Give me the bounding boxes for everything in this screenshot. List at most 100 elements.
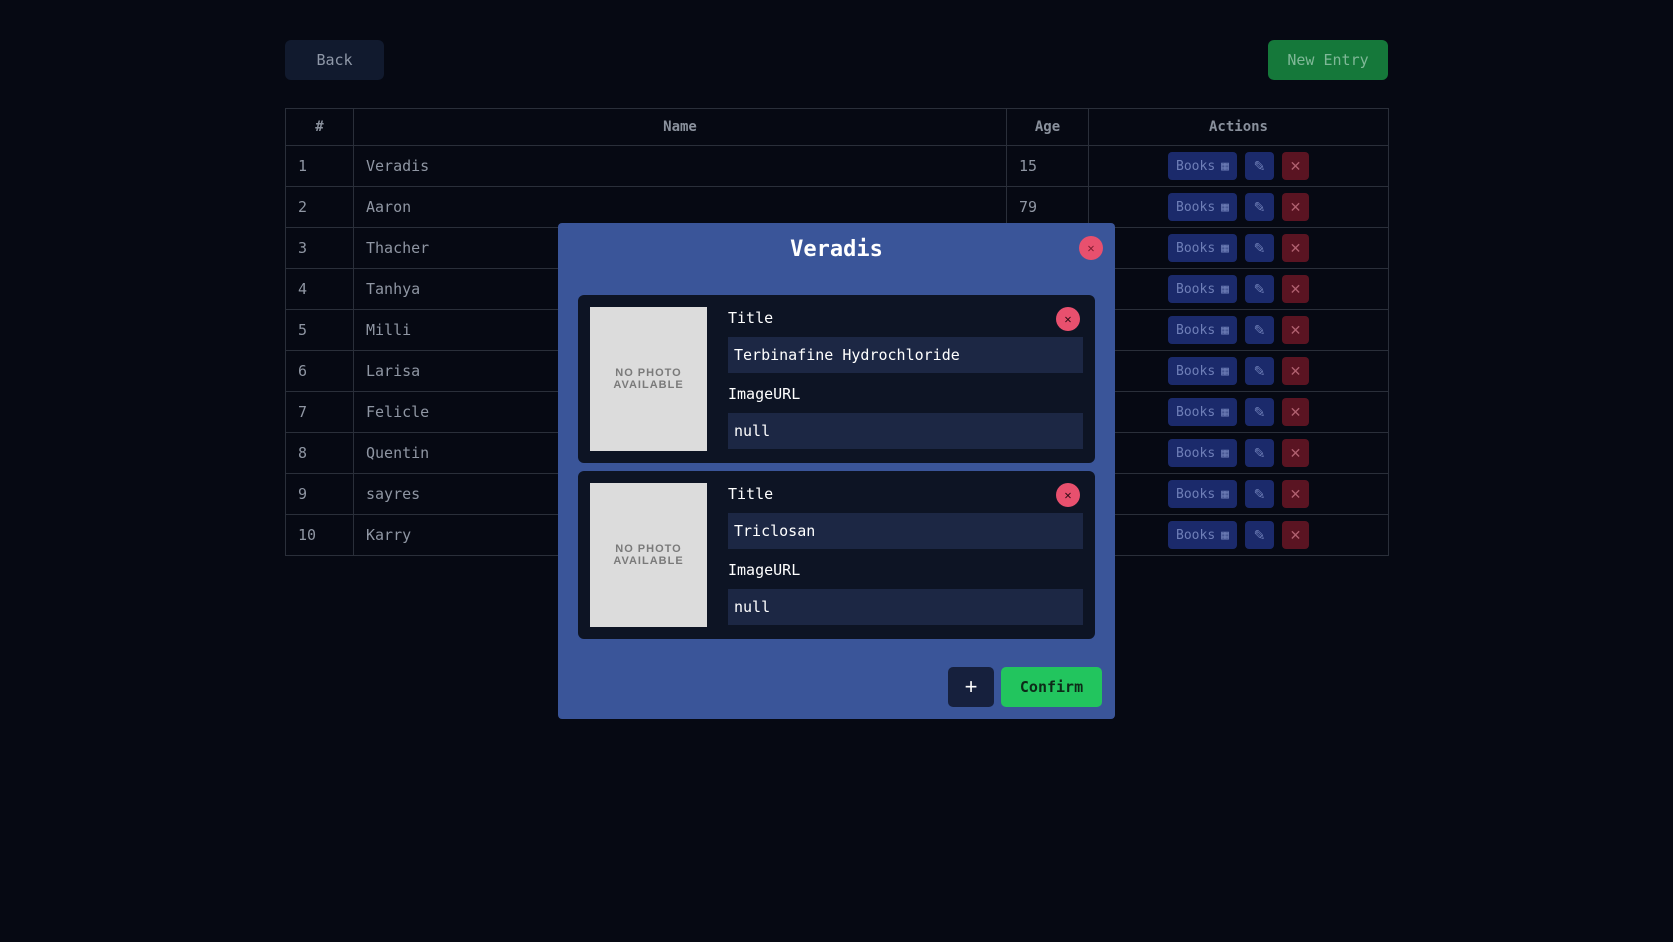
edit-button[interactable]: ✎	[1244, 193, 1274, 221]
books-label: Books	[1176, 363, 1216, 379]
books-button[interactable]: Books ▦	[1168, 439, 1237, 467]
delete-button[interactable]: ✕	[1281, 275, 1309, 303]
edit-button[interactable]: ✎	[1244, 398, 1274, 426]
edit-button[interactable]: ✎	[1244, 316, 1274, 344]
delete-button[interactable]: ✕	[1281, 357, 1309, 385]
row-number: 2	[285, 186, 354, 228]
no-photo-line1: NO PHOTO	[615, 543, 682, 555]
edit-icon: ✎	[1253, 485, 1266, 502]
edit-icon: ✎	[1253, 198, 1266, 215]
edit-icon: ✎	[1253, 444, 1266, 461]
image-url-input[interactable]	[728, 413, 1083, 449]
title-input[interactable]	[728, 337, 1083, 373]
book-icon: ▦	[1221, 363, 1229, 379]
close-icon: ✕	[1289, 403, 1302, 420]
book-card: NO PHOTOAVAILABLE Title ImageURL ✕	[578, 295, 1095, 463]
edit-icon: ✎	[1253, 362, 1266, 379]
delete-button[interactable]: ✕	[1281, 152, 1309, 180]
close-icon: ✕	[1289, 239, 1302, 256]
delete-button[interactable]: ✕	[1281, 234, 1309, 262]
row-actions: Books ▦ ✎ ✕	[1088, 186, 1389, 228]
delete-button[interactable]: ✕	[1281, 193, 1309, 221]
row-actions: Books ▦ ✎ ✕	[1088, 432, 1389, 474]
edit-button[interactable]: ✎	[1244, 234, 1274, 262]
title-label: Title	[728, 485, 774, 503]
image-url-label: ImageURL	[728, 561, 801, 579]
books-button[interactable]: Books ▦	[1168, 316, 1237, 344]
row-age: 15	[1006, 145, 1089, 187]
table-row: 1 Veradis 15 Books ▦ ✎ ✕	[285, 145, 1389, 187]
row-number: 5	[285, 309, 354, 351]
book-icon: ▦	[1221, 240, 1229, 256]
image-url-input[interactable]	[728, 589, 1083, 625]
close-icon: ✕	[1289, 321, 1302, 338]
delete-button[interactable]: ✕	[1281, 480, 1309, 508]
edit-button[interactable]: ✎	[1244, 521, 1274, 549]
no-photo-line1: NO PHOTO	[615, 367, 682, 379]
books-label: Books	[1176, 199, 1216, 215]
row-actions: Books ▦ ✎ ✕	[1088, 514, 1389, 556]
edit-icon: ✎	[1253, 280, 1266, 297]
books-button[interactable]: Books ▦	[1168, 521, 1237, 549]
modal-close-button[interactable]: ✕	[1079, 236, 1103, 260]
delete-button[interactable]: ✕	[1281, 439, 1309, 467]
close-icon: ✕	[1289, 198, 1302, 215]
books-button[interactable]: Books ▦	[1168, 480, 1237, 508]
edit-icon: ✎	[1253, 526, 1266, 543]
books-label: Books	[1176, 158, 1216, 174]
books-label: Books	[1176, 486, 1216, 502]
row-number: 6	[285, 350, 354, 392]
edit-button[interactable]: ✎	[1244, 357, 1274, 385]
books-label: Books	[1176, 281, 1216, 297]
row-number: 8	[285, 432, 354, 474]
book-card: NO PHOTOAVAILABLE Title ImageURL ✕	[578, 471, 1095, 639]
title-label: Title	[728, 309, 774, 327]
edit-icon: ✎	[1253, 157, 1266, 174]
row-actions: Books ▦ ✎ ✕	[1088, 391, 1389, 433]
books-button[interactable]: Books ▦	[1168, 275, 1237, 303]
row-number: 1	[285, 145, 354, 187]
book-icon: ▦	[1221, 199, 1229, 215]
delete-button[interactable]: ✕	[1281, 316, 1309, 344]
new-entry-button[interactable]: New Entry	[1268, 40, 1388, 80]
back-button[interactable]: Back	[285, 40, 384, 80]
books-button[interactable]: Books ▦	[1168, 357, 1237, 385]
books-modal: Veradis ✕ NO PHOTOAVAILABLE Title ImageU…	[558, 223, 1115, 719]
row-number: 3	[285, 227, 354, 269]
books-label: Books	[1176, 240, 1216, 256]
row-actions: Books ▦ ✎ ✕	[1088, 350, 1389, 392]
books-label: Books	[1176, 322, 1216, 338]
book-icon: ▦	[1221, 527, 1229, 543]
delete-button[interactable]: ✕	[1281, 398, 1309, 426]
close-icon: ✕	[1064, 488, 1072, 502]
title-input[interactable]	[728, 513, 1083, 549]
delete-button[interactable]: ✕	[1281, 521, 1309, 549]
page: Back New Entry # Name Age Actions 1 Verad…	[0, 0, 1673, 942]
header-num: #	[285, 108, 354, 146]
row-number: 7	[285, 391, 354, 433]
books-button[interactable]: Books ▦	[1168, 234, 1237, 262]
edit-button[interactable]: ✎	[1244, 439, 1274, 467]
books-button[interactable]: Books ▦	[1168, 398, 1237, 426]
close-icon: ✕	[1289, 280, 1302, 297]
books-button[interactable]: Books ▦	[1168, 152, 1237, 180]
row-number: 9	[285, 473, 354, 515]
remove-book-button[interactable]: ✕	[1056, 483, 1080, 507]
add-book-button[interactable]: +	[948, 667, 994, 707]
remove-book-button[interactable]: ✕	[1056, 307, 1080, 331]
image-url-label: ImageURL	[728, 385, 801, 403]
book-icon: ▦	[1221, 486, 1229, 502]
no-photo-image: NO PHOTO AVAILABLE	[590, 483, 707, 627]
row-number: 4	[285, 268, 354, 310]
book-icon: ▦	[1221, 445, 1229, 461]
edit-button[interactable]: ✎	[1244, 480, 1274, 508]
row-actions: Books ▦ ✎ ✕	[1088, 309, 1389, 351]
close-icon: ✕	[1064, 312, 1072, 326]
edit-button[interactable]: ✎	[1244, 275, 1274, 303]
close-icon: ✕	[1289, 444, 1302, 461]
books-button[interactable]: Books ▦	[1168, 193, 1237, 221]
confirm-button[interactable]: Confirm	[1001, 667, 1102, 707]
edit-button[interactable]: ✎	[1244, 152, 1274, 180]
row-actions: Books ▦ ✎ ✕	[1088, 473, 1389, 515]
header-name: Name	[353, 108, 1007, 146]
